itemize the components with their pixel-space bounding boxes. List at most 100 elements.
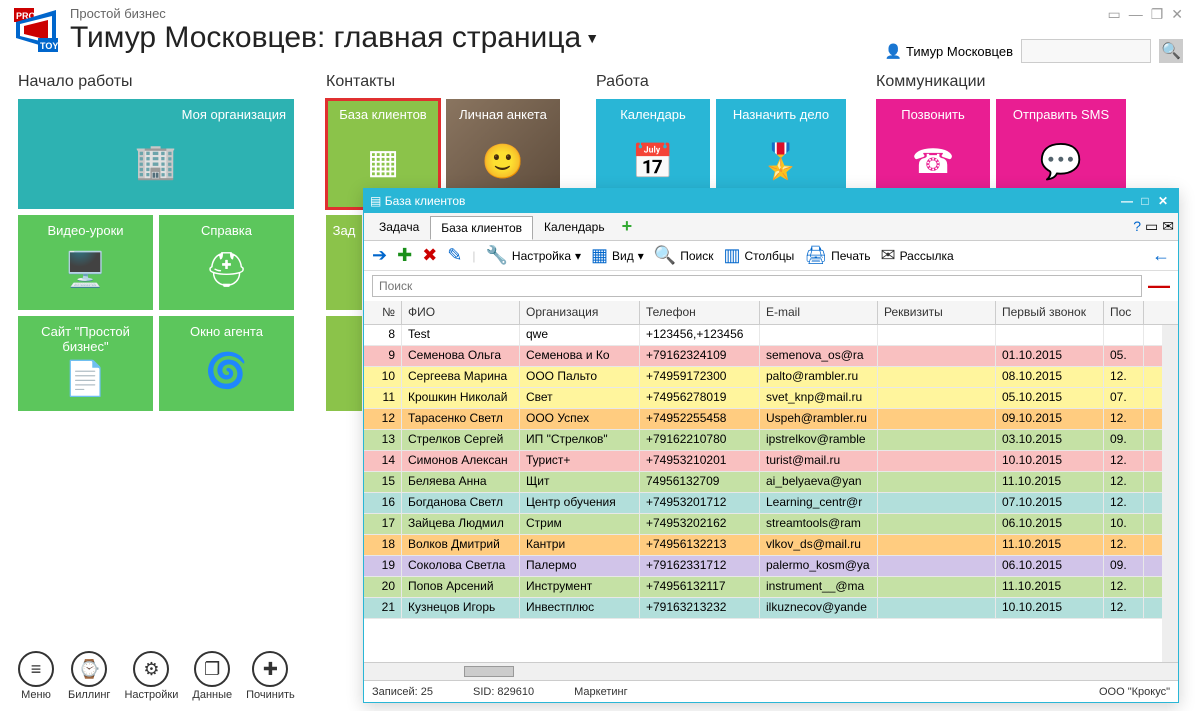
status-sid: SID: 829610 [473,686,534,698]
menu-button[interactable]: ≡Меню [18,651,54,701]
col-no[interactable]: № [364,301,402,324]
vertical-scrollbar[interactable] [1162,325,1178,662]
cell-last: 12. [1104,598,1144,618]
card-icon[interactable]: ▭ [1145,218,1158,235]
table-row[interactable]: 20Попов АрсенийИнструмент+74956132117ins… [364,577,1178,598]
db-grid: № ФИО Организация Телефон E-mail Реквизи… [364,301,1178,662]
cell-email: ilkuznecov@yande [760,598,878,618]
cell-fio: Крошкин Николай [402,388,520,408]
cell-org: Стрим [520,514,640,534]
horizontal-scrollbar[interactable] [364,662,1178,680]
minimize-icon[interactable]: ― [1129,6,1143,23]
db-minimize-icon[interactable]: ― [1118,194,1136,208]
cell-last: 09. [1104,430,1144,450]
maximize-icon[interactable]: ❐ [1151,6,1164,23]
delete-record-button[interactable]: ✖ [422,245,437,266]
db-window-titlebar[interactable]: ▤ База клиентов ― □ ✕ [364,189,1178,213]
gear-icon: ⚙ [133,651,169,687]
cell-email: vlkov_ds@mail.ru [760,535,878,555]
table-row[interactable]: 14Симонов АлексанТурист++74953210201turi… [364,451,1178,472]
table-row[interactable]: 17Зайцева ЛюдмилСтрим+74953202162streamt… [364,514,1178,535]
cell-first: 06.10.2015 [996,556,1104,576]
table-row[interactable]: 16Богданова СветлЦентр обучения+74953201… [364,493,1178,514]
tab-task[interactable]: Задача [368,215,430,239]
print-button[interactable]: 🖨Печать [804,245,870,266]
col-tel[interactable]: Телефон [640,301,760,324]
help-icon[interactable]: ? [1133,218,1141,235]
table-row[interactable]: 21Кузнецов ИгорьИнвестплюс+79163213232il… [364,598,1178,619]
tab-add-button[interactable]: + [616,216,639,237]
table-row[interactable]: 11Крошкин НиколайСвет+74956278019svet_kn… [364,388,1178,409]
table-row[interactable]: 18Волков ДмитрийКантри+74956132213vlkov_… [364,535,1178,556]
scroll-thumb[interactable] [464,666,514,677]
add-record-button[interactable]: ✚ [397,245,412,266]
tile-tasks-partial[interactable]: Зад [326,215,362,310]
col-req[interactable]: Реквизиты [878,301,996,324]
tile-video[interactable]: Видео-уроки 🖥️ [18,215,153,310]
tab-clients[interactable]: База клиентов [430,216,533,240]
table-row[interactable]: 12Тарасенко СветлООО Успех+74952255458Us… [364,409,1178,430]
mailing-button[interactable]: ✉Рассылка [880,245,953,266]
document-icon: 📄 [64,354,106,403]
settings-dropdown[interactable]: 🔧Настройка ▾ [486,245,582,266]
cell-last: 09. [1104,556,1144,576]
columns-button[interactable]: ▥Столбцы [723,245,794,266]
col-email[interactable]: E-mail [760,301,878,324]
db-close-icon[interactable]: ✕ [1154,194,1172,208]
current-user[interactable]: 👤 Тимур Московцев [885,43,1013,60]
close-icon[interactable]: ✕ [1171,6,1183,23]
table-row[interactable]: 13Стрелков СергейИП "Стрелков"+791622107… [364,430,1178,451]
edit-record-button[interactable]: ✎ [447,245,462,266]
global-search-button[interactable]: 🔍 [1159,39,1183,63]
cell-email: Uspeh@rambler.ru [760,409,878,429]
section-start-title: Начало работы [18,73,306,91]
cell-tel: +74952255458 [640,409,760,429]
db-search-input[interactable] [372,275,1142,297]
tile-partial-2[interactable] [326,316,362,411]
cell-last: 12. [1104,472,1144,492]
col-first[interactable]: Первый звонок [996,301,1104,324]
tile-agent[interactable]: Окно агента 🌀 [159,316,294,411]
cell-no: 13 [364,430,402,450]
cell-email: semenova_os@ra [760,346,878,366]
app-logo: PRO TOY [12,6,60,54]
data-button[interactable]: ❐Данные [192,651,232,701]
settings-button[interactable]: ⚙Настройки [124,651,178,701]
table-row[interactable]: 10Сергеева МаринаООО Пальто+74959172300p… [364,367,1178,388]
repair-button[interactable]: ✚Починить [246,651,295,701]
cell-req [878,346,996,366]
clear-search-button[interactable]: — [1148,273,1170,299]
envelope-icon[interactable]: ✉ [1162,218,1174,235]
col-fio[interactable]: ФИО [402,301,520,324]
cell-no: 8 [364,325,402,345]
cell-org: Инвестплюс [520,598,640,618]
table-row[interactable]: 19Соколова СветлаПалермо+79162331712pale… [364,556,1178,577]
battery-icon[interactable]: ▭ [1107,6,1120,23]
db-maximize-icon[interactable]: □ [1136,194,1154,208]
col-last[interactable]: Пос [1104,301,1144,324]
page-title[interactable]: Тимур Московцев: главная страница▼ [70,21,599,55]
table-row[interactable]: 15Беляева АннаЩит74956132709ai_belyaeva@… [364,472,1178,493]
table-row[interactable]: 8Testqwe+123456,+123456 [364,325,1178,346]
global-search-input[interactable] [1021,39,1151,63]
cell-org: Турист+ [520,451,640,471]
cell-fio: Кузнецов Игорь [402,598,520,618]
billing-button[interactable]: ⌚Биллинг [68,651,110,701]
view-dropdown[interactable]: ▦Вид ▾ [591,245,644,266]
search-button[interactable]: 🔍Поиск [654,245,714,266]
cell-email: palermo_kosm@ya [760,556,878,576]
cell-fio: Богданова Светл [402,493,520,513]
nav-arrow-icon[interactable]: ➔ [372,245,387,266]
tile-site[interactable]: Сайт "Простой бизнес" 📄 [18,316,153,411]
cell-req [878,598,996,618]
tile-my-org[interactable]: Моя организация 🏢 [18,99,294,209]
tab-calendar[interactable]: Календарь [533,215,616,239]
table-row[interactable]: 9Семенова ОльгаСеменова и Ко+79162324109… [364,346,1178,367]
cell-last: 07. [1104,388,1144,408]
col-org[interactable]: Организация [520,301,640,324]
cell-first: 05.10.2015 [996,388,1104,408]
tile-help[interactable]: Справка ⛑ [159,215,294,310]
svg-text:TOY: TOY [40,41,58,51]
cell-req [878,409,996,429]
back-arrow-icon[interactable]: ← [1152,245,1170,266]
